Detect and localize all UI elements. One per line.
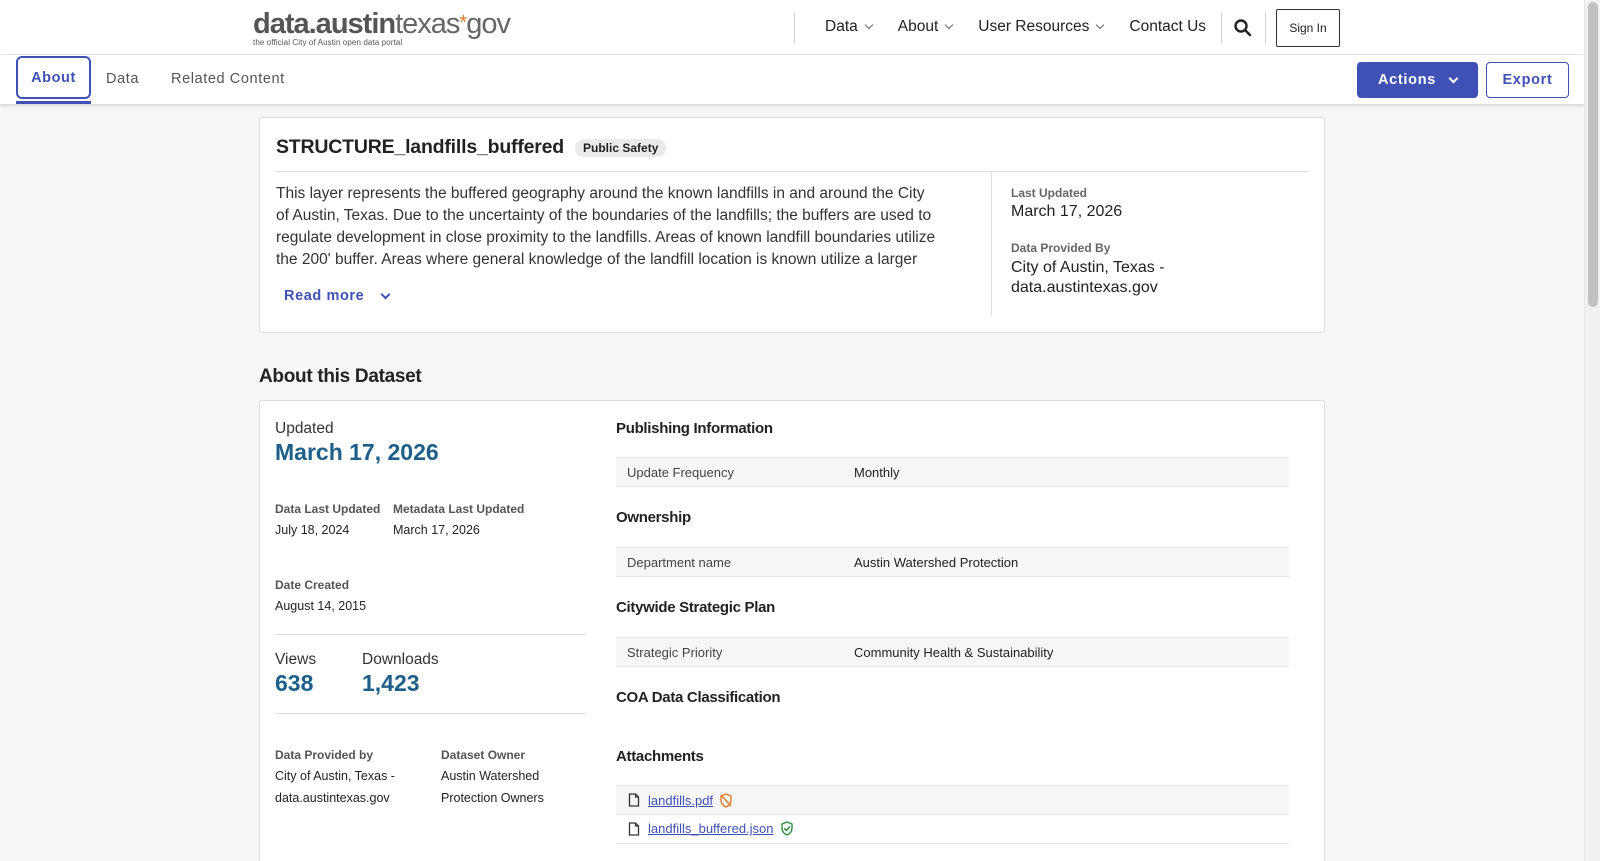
row-key: Strategic Priority xyxy=(627,645,723,660)
metadata-last-updated-value: March 17, 2026 xyxy=(393,523,480,537)
ownership-title: Ownership xyxy=(616,509,691,526)
chevron-down-icon xyxy=(380,289,391,299)
active-tab-indicator xyxy=(16,101,91,104)
nav-about-label: About xyxy=(897,18,939,35)
strategic-plan-title: Citywide Strategic Plan xyxy=(616,599,775,616)
export-button[interactable]: Export xyxy=(1486,62,1569,98)
nav-user-resources[interactable]: User Resources xyxy=(978,18,1105,36)
attachment-row: landfills_buffered.json xyxy=(616,814,1289,844)
site-logo[interactable]: data.austintexas*gov the official City o… xyxy=(253,8,511,47)
tab-data[interactable]: Data xyxy=(106,71,139,87)
divider xyxy=(275,634,586,635)
row-value: Community Health & Sustainability xyxy=(854,645,1054,660)
about-dataset-card: Updated March 17, 2026 Data Last Updated… xyxy=(259,400,1325,861)
chevron-down-icon xyxy=(1448,73,1459,83)
views-value: 638 xyxy=(275,670,314,696)
nav-about[interactable]: About xyxy=(897,18,954,36)
nav-data[interactable]: Data xyxy=(825,18,873,36)
views-label: Views xyxy=(275,651,317,668)
dataset-description: This layer represents the buffered geogr… xyxy=(276,185,936,268)
data-classification-title: COA Data Classification xyxy=(616,689,781,706)
dataset-owner-value: Austin Watershed Protection Owners xyxy=(441,769,544,805)
divider xyxy=(276,171,1308,172)
page-scrollbar[interactable] xyxy=(1584,0,1600,861)
scrollbar-thumb[interactable] xyxy=(1588,2,1598,307)
search-icon xyxy=(1234,19,1252,37)
data-last-updated-label: Data Last Updated xyxy=(275,502,381,516)
provided-by-label: Data Provided by xyxy=(275,748,374,762)
divider xyxy=(991,172,992,316)
dataset-tab-bar: About Data Related Content Actions Expor… xyxy=(0,55,1584,104)
chevron-down-icon xyxy=(1096,20,1105,30)
chevron-down-icon xyxy=(945,20,954,30)
file-icon xyxy=(628,793,640,807)
dataset-owner-label: Dataset Owner xyxy=(441,748,526,762)
tab-related-content[interactable]: Related Content xyxy=(171,71,285,87)
updated-value: March 17, 2026 xyxy=(275,439,439,465)
nav-contact-us[interactable]: Contact Us xyxy=(1129,18,1206,36)
row-key: Update Frequency xyxy=(627,465,734,480)
provided-by-value: City of Austin, Texas - data.austintexas… xyxy=(275,769,395,805)
row-value: Monthly xyxy=(854,465,900,480)
date-created-value: August 14, 2015 xyxy=(275,599,367,613)
logo-wordmark: data.austintexas*gov xyxy=(253,8,511,40)
attachment-link-pdf[interactable]: landfills.pdf xyxy=(648,793,713,808)
divider xyxy=(275,713,586,714)
data-last-updated-value: July 18, 2024 xyxy=(275,523,350,537)
strategic-priority-row: Strategic Priority Community Health & Su… xyxy=(616,637,1289,667)
nav-divider xyxy=(794,13,795,43)
last-updated-value: March 17, 2026 xyxy=(1011,203,1123,220)
date-created-label: Date Created xyxy=(275,578,350,592)
tab-about[interactable]: About xyxy=(16,56,91,99)
department-name-row: Department name Austin Watershed Protect… xyxy=(616,547,1289,577)
publishing-information-title: Publishing Information xyxy=(616,420,773,437)
data-provided-by-value: City of Austin, Texas - data.austintexas… xyxy=(1011,259,1165,296)
category-badge: Public Safety xyxy=(575,138,667,157)
sign-in-button[interactable]: Sign In xyxy=(1276,9,1340,47)
downloads-value: 1,423 xyxy=(362,670,420,696)
updated-label: Updated xyxy=(275,420,334,437)
dataset-title: STRUCTURE_landfills_buffered xyxy=(276,136,565,158)
data-provided-by-label: Data Provided By xyxy=(1011,241,1111,255)
attachment-row: landfills.pdf xyxy=(616,785,1289,815)
about-heading: About this Dataset xyxy=(259,366,422,387)
downloads-label: Downloads xyxy=(362,651,439,668)
nav-divider xyxy=(1221,13,1222,43)
metadata-last-updated-label: Metadata Last Updated xyxy=(393,502,525,516)
update-frequency-row: Update Frequency Monthly xyxy=(616,457,1289,487)
chevron-down-icon xyxy=(864,20,873,30)
shield-off-icon xyxy=(720,792,732,808)
search-button[interactable] xyxy=(1232,17,1254,39)
nav-contact-us-label: Contact Us xyxy=(1129,18,1207,35)
file-icon xyxy=(628,821,640,836)
dataset-summary-card: STRUCTURE_landfills_buffered Public Safe… xyxy=(259,117,1325,333)
last-updated-label: Last Updated xyxy=(1011,186,1088,200)
nav-divider xyxy=(1265,13,1266,43)
read-more-button[interactable]: Read more xyxy=(284,288,391,304)
site-header: data.austintexas*gov the official City o… xyxy=(0,0,1584,55)
attachments-title: Attachments xyxy=(616,748,704,765)
actions-label: Actions xyxy=(1377,72,1437,88)
nav-data-label: Data xyxy=(825,18,858,35)
read-more-label: Read more xyxy=(284,288,365,304)
row-key: Department name xyxy=(627,555,732,570)
nav-user-resources-label: User Resources xyxy=(978,18,1090,35)
actions-button[interactable]: Actions xyxy=(1357,62,1478,98)
main-nav: Data About User Resources Contact Us xyxy=(825,18,1232,36)
attachment-link-json[interactable]: landfills_buffered.json xyxy=(648,821,774,836)
row-value: Austin Watershed Protection xyxy=(854,555,1019,570)
shield-check-icon xyxy=(780,821,793,836)
title-row: STRUCTURE_landfills_buffered Public Safe… xyxy=(276,136,667,159)
